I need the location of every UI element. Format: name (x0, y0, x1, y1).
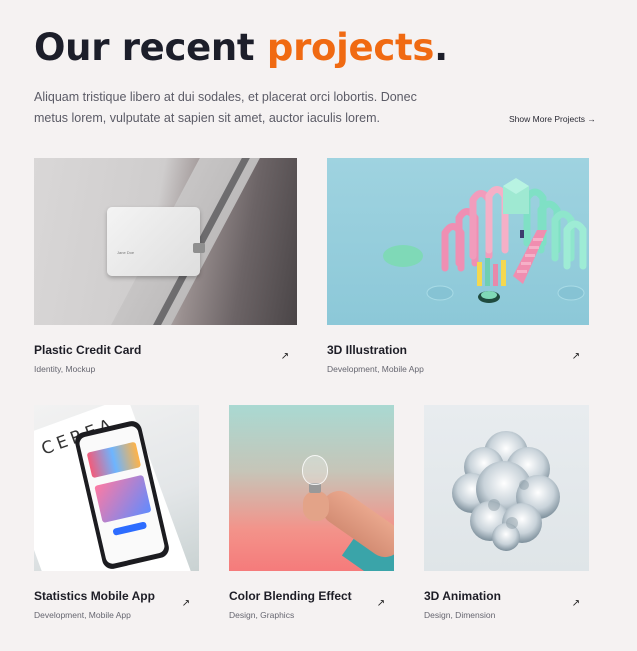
3d-cloud-illustration (452, 431, 560, 551)
project-image-credit-card[interactable]: Jane Doe (34, 158, 297, 325)
arrow-up-right-icon[interactable]: ↗ (570, 598, 582, 610)
arrow-up-right-icon[interactable]: ↗ (180, 598, 192, 610)
project-title[interactable]: Color Blending Effect (229, 589, 352, 603)
project-card-statistics-mobile-app[interactable]: CEREA Statistics Mobile App Development,… (34, 405, 199, 625)
project-title[interactable]: Statistics Mobile App (34, 589, 155, 603)
project-tags: Identity, Mockup (34, 364, 96, 374)
project-image-color-blending-effect[interactable] (229, 405, 394, 571)
show-more-projects-link[interactable]: Show More Projects → (509, 114, 596, 124)
section-description: Aliquam tristique libero at dui sodales,… (34, 90, 417, 125)
arrow-up-right-icon[interactable]: ↗ (279, 351, 291, 363)
project-image-statistics-mobile-app[interactable]: CEREA (34, 405, 199, 571)
project-title[interactable]: Plastic Credit Card (34, 343, 141, 357)
project-image-3d-illustration[interactable] (327, 158, 589, 325)
card-holder-name: Jane Doe (117, 250, 135, 255)
3d-staircase-illustration (383, 178, 587, 303)
title-accent: projects (266, 26, 435, 69)
lightbulb-illustration (302, 455, 328, 485)
project-tags: Design, Dimension (424, 610, 496, 620)
project-title[interactable]: 3D Animation (424, 589, 501, 603)
title-suffix: . (434, 26, 448, 69)
project-tags: Development, Mobile App (327, 364, 424, 374)
project-title[interactable]: 3D Illustration (327, 343, 407, 357)
credit-card-illustration: Jane Doe (107, 207, 205, 276)
title-prefix: Our recent (34, 26, 267, 69)
arrow-up-right-icon[interactable]: ↗ (570, 351, 582, 363)
card-chip (193, 243, 205, 253)
project-card-color-blending-effect[interactable]: Color Blending Effect Design, Graphics ↗ (229, 405, 394, 625)
project-tags: Development, Mobile App (34, 610, 131, 620)
project-tags: Design, Graphics (229, 610, 295, 620)
project-card-plastic-credit-card[interactable]: Jane Doe Plastic Credit Card Identity, M… (34, 158, 297, 378)
arrow-up-right-icon[interactable]: ↗ (375, 598, 387, 610)
project-image-3d-animation[interactable] (424, 405, 589, 571)
page-title: Our recent projects. (34, 26, 448, 69)
project-card-3d-animation[interactable]: 3D Animation Design, Dimension ↗ (424, 405, 589, 625)
project-card-3d-illustration[interactable]: 3D Illustration Development, Mobile App … (327, 158, 589, 378)
